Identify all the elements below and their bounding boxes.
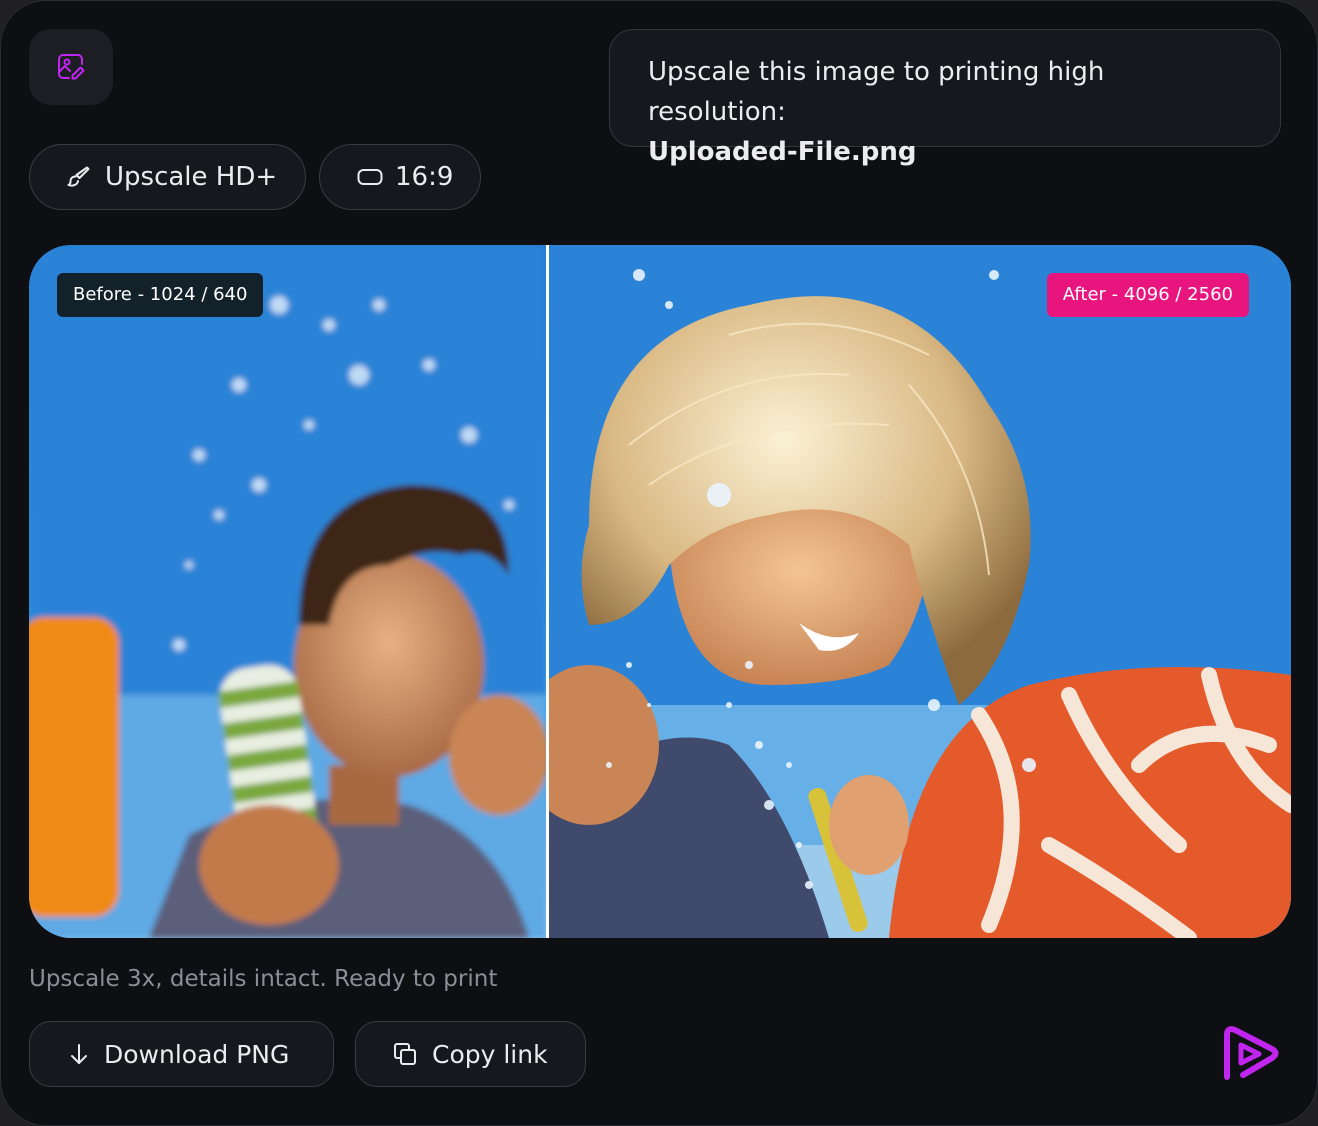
upscale-mode-label: Upscale HD+ (105, 162, 278, 192)
comparison-divider-handle[interactable] (546, 245, 549, 938)
upscale-result-card: Upscale this image to printing high reso… (0, 0, 1318, 1126)
aspect-ratio-label: 16:9 (395, 162, 454, 192)
after-resolution-badge: After - 4096 / 2560 (1046, 273, 1249, 317)
brush-icon (67, 166, 90, 187)
upscale-mode-button[interactable]: Upscale HD+ (29, 144, 306, 210)
rectangle-icon (357, 169, 383, 185)
arrow-down-icon (71, 1044, 87, 1064)
copy-link-label: Copy link (432, 1039, 548, 1069)
image-edit-icon (58, 54, 85, 80)
before-resolution-badge: Before - 1024 / 640 (57, 273, 264, 317)
play-logo-icon (1224, 1026, 1279, 1080)
copy-link-button[interactable]: Copy link (355, 1021, 586, 1087)
download-png-label: Download PNG (104, 1039, 290, 1069)
comparison-image (29, 245, 1291, 938)
copy-icon (394, 1043, 416, 1065)
before-after-comparison[interactable]: Before - 1024 / 640 After - 4096 / 2560 (29, 245, 1291, 938)
prompt-text: Upscale this image to printing high reso… (648, 57, 1105, 127)
aspect-ratio-button[interactable]: 16:9 (319, 144, 481, 210)
prompt-bubble: Upscale this image to printing high reso… (609, 29, 1281, 167)
download-png-button[interactable]: Download PNG (29, 1021, 334, 1087)
uploaded-file-name: Uploaded-File.png (648, 137, 917, 167)
result-caption: Upscale 3x, details intact. Ready to pri… (29, 966, 498, 992)
image-edit-button[interactable] (29, 29, 113, 105)
